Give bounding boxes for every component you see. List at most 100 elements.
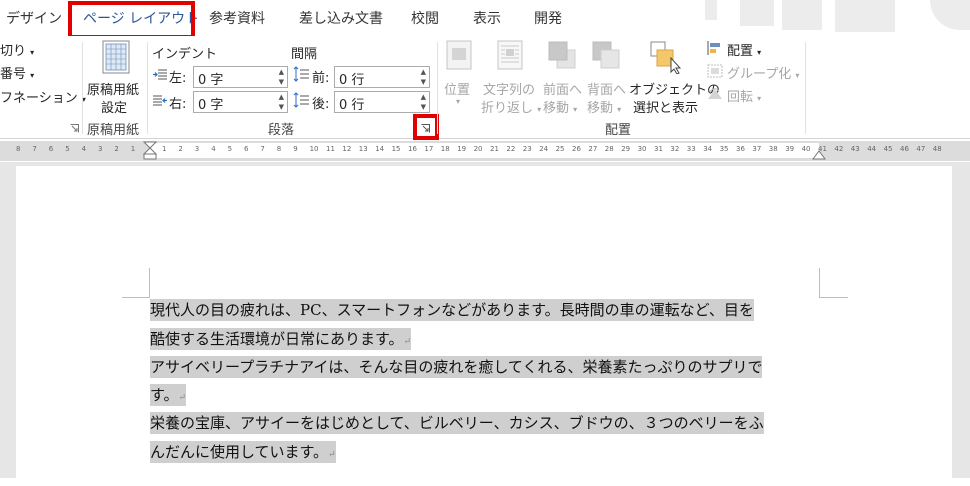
ruler-number: 40 (801, 145, 811, 153)
bring-forward-label-2: 移動 ▾ (543, 101, 578, 116)
crop-mark (149, 268, 150, 298)
text-line[interactable]: アサイベリープラチナアイは、そんな目の疲れを癒してくれる、栄養素たっぷりのサプリ… (150, 353, 763, 381)
page-setup-launcher-icon[interactable] (70, 124, 79, 133)
spacing-after-value: 0 行 (339, 98, 365, 113)
indent-left-value: 0 字 (198, 73, 224, 88)
ruler-number: 31 (654, 145, 663, 153)
ruler-number: 14 (375, 145, 385, 153)
tab-developer[interactable]: 開発 (534, 0, 562, 36)
launcher-highlight-box (413, 114, 439, 140)
paragraph-mark-icon: ↵ (328, 450, 336, 460)
wrap-text-label-1: 文字列の (483, 83, 536, 98)
selection-pane-label-2: 選択と表示 (633, 101, 699, 116)
text-line[interactable]: 酷使する生活環境が日常にあります。↵ (150, 325, 412, 353)
horizontal-ruler[interactable]: 8 7 6 5 4 3 2 1 1 2 3 4 5 6 7 8 9 10 11 12 13 14 15 16 17 18 19 20 2… (0, 141, 970, 161)
ruler-number: 27 (588, 145, 598, 153)
spin-arrows-icon[interactable]: ▲ ▼ (279, 67, 284, 87)
group-separator (82, 42, 83, 134)
ruler-number: 5 (65, 145, 70, 153)
indent-right-spinner[interactable]: 0 字 ▲ ▼ (193, 91, 288, 113)
ruler-number: 10 (309, 145, 319, 153)
indent-header: インデント (152, 47, 218, 62)
spacing-before-spinner[interactable]: 0 行 ▲ ▼ (334, 66, 430, 88)
send-backward-icon (592, 41, 620, 69)
text-line[interactable]: 現代人の目の疲れは、PC、スマートフォンなどがあります。長時間の車の運転など、目… (150, 296, 754, 324)
spacing-before-value: 0 行 (339, 73, 365, 88)
title-decoration (782, 0, 822, 30)
spin-arrows-icon[interactable]: ▲ ▼ (279, 92, 284, 112)
spacing-after-spinner[interactable]: 0 行 ▲ ▼ (334, 91, 430, 113)
selected-text: んだんに使用しています。 (150, 443, 329, 461)
line-numbers-button[interactable]: 番号 ▾ (0, 63, 34, 82)
ruler-number: 15 (391, 145, 401, 153)
selected-text: す。 (150, 386, 179, 404)
genko-button-label-2: 設定 (101, 101, 128, 116)
spacing-before-label: 前: (312, 71, 330, 86)
arrange-group-label: 配置 (605, 123, 632, 138)
spin-arrows-icon[interactable]: ▲ ▼ (421, 67, 426, 87)
bring-forward-label-1: 前面へ (543, 83, 583, 98)
paragraph-mark-icon: ↵ (403, 337, 412, 347)
tab-references[interactable]: 参考資料 (209, 0, 265, 36)
ruler-number: 9 (293, 145, 298, 153)
ruler-number: 3 (194, 145, 200, 153)
position-label: 位置 (444, 83, 471, 98)
ruler-number: 46 (900, 145, 909, 153)
genko-button-label-1: 原稿用紙 (87, 83, 140, 98)
ruler-number: 47 (916, 145, 926, 153)
spin-arrows-icon[interactable]: ▲ ▼ (421, 92, 426, 112)
paragraph-group-label: 段落 (268, 123, 295, 138)
position-icon (446, 40, 472, 70)
ruler-number: 2 (178, 145, 183, 153)
crop-mark (122, 297, 149, 298)
tab-highlight-box (68, 1, 195, 39)
spacing-header: 間隔 (291, 47, 318, 62)
ruler-number: 8 (16, 145, 21, 153)
indent-right-icon (153, 95, 167, 106)
text-line[interactable]: 栄養の宝庫、アサイーをはじめとして、ビルベリー、カシス、ブドウの、３つのベリーを… (150, 409, 764, 437)
tab-mailings[interactable]: 差し込み文書 (299, 0, 383, 36)
title-decoration (930, 0, 970, 30)
ruler-number: 16 (408, 145, 417, 153)
rotate-label: 回転 ▾ (727, 90, 762, 105)
text-line[interactable]: んだんに使用しています。↵ (150, 438, 336, 466)
crop-mark (820, 297, 848, 298)
ruler-number: 6 (244, 145, 249, 153)
group-objects-icon (707, 64, 723, 78)
indent-left-spinner[interactable]: 0 字 ▲ ▼ (193, 66, 288, 88)
tab-view[interactable]: 表示 (473, 0, 501, 36)
selected-text: 現代人の目の疲れは、PC、スマートフォンなどがあります。長時間の車の運転など、目… (150, 299, 754, 321)
bring-forward-icon (548, 41, 576, 69)
ruler-number: 1 (130, 145, 136, 153)
align-icon (707, 41, 720, 55)
ruler-number: 36 (736, 145, 745, 153)
ruler-number: 29 (621, 145, 631, 153)
ruler-number: 5 (227, 145, 233, 153)
ruler-number: 45 (883, 145, 893, 153)
indent-left-icon (153, 69, 167, 80)
group-separator (437, 42, 438, 134)
ruler-number: 24 (539, 145, 549, 153)
right-indent-marker-icon[interactable] (812, 149, 826, 160)
ruler-number: 2 (114, 145, 119, 153)
group-objects-label: グループ化 ▾ (727, 67, 800, 82)
group-separator (147, 42, 148, 134)
title-decoration (740, 0, 774, 26)
hyphenation-button[interactable]: フネーション ▾ (0, 87, 86, 106)
tab-review[interactable]: 校閲 (411, 0, 439, 36)
text-line[interactable]: す。↵ (150, 381, 187, 409)
tab-design[interactable]: デザイン (6, 0, 62, 36)
wrap-text-icon (497, 40, 523, 70)
first-line-indent-marker-icon[interactable] (143, 141, 157, 161)
send-backward-label-2: 移動 ▾ (587, 101, 622, 116)
ruler-number: 28 (604, 145, 614, 153)
ruler-number: 4 (211, 145, 216, 153)
ruler-number: 11 (326, 145, 335, 153)
ruler-number: 13 (358, 145, 368, 153)
ruler-number: 20 (473, 145, 483, 153)
ruler-number: 21 (490, 145, 499, 153)
wrap-text-label-2: 折り返し ▾ (481, 101, 542, 116)
ruler-number: 18 (440, 145, 450, 153)
breaks-button[interactable]: 切り ▾ (0, 40, 34, 59)
ruler-number: 37 (752, 145, 762, 153)
